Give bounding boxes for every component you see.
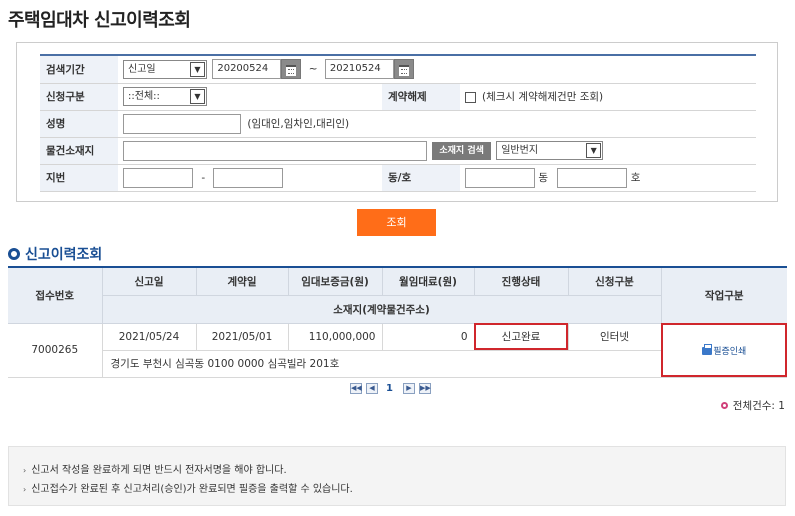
calendar-icon[interactable] <box>393 59 414 80</box>
period-label: 검색기간 <box>40 56 118 84</box>
apply-type-label: 신청구분 <box>40 83 118 111</box>
col-monthly-rent: 월임대료(원) <box>381 266 475 296</box>
col-address: 소재지(계약물건주소) <box>102 294 661 324</box>
results-section-title: 신고이력조회 <box>8 244 102 264</box>
col-report-date: 신고일 <box>101 266 197 296</box>
lot-type-select[interactable]: 일반번지 ▼ <box>496 141 604 160</box>
chevron-right-icon: › <box>23 466 27 475</box>
calendar-icon[interactable] <box>281 59 302 80</box>
name-label: 성명 <box>40 110 118 138</box>
address-input[interactable] <box>123 140 427 161</box>
cancel-label: 계약해제 <box>382 83 460 111</box>
name-input[interactable] <box>123 113 241 134</box>
page-number[interactable]: 1 <box>386 383 393 394</box>
table-row: 7000265 2021/05/24 2021/05/01 110,000,00… <box>8 322 787 378</box>
address-search-button[interactable]: 소재지 검색 <box>432 141 491 160</box>
cancel-hint: (체크시 계약해제건만 조회) <box>482 91 604 103</box>
chevron-right-icon: › <box>23 485 27 494</box>
notice-line: › 신고서 작성을 완료하게 되면 반드시 전자서명을 해야 합니다. <box>23 465 287 476</box>
cancel-checkbox[interactable] <box>465 91 476 103</box>
last-page-icon[interactable]: ▶▶ <box>418 383 431 394</box>
chevron-down-icon: ▼ <box>190 89 205 104</box>
action-cell: 필증인쇄 <box>660 322 787 378</box>
col-contract-date: 계약일 <box>195 266 289 296</box>
printer-icon <box>702 343 713 355</box>
prev-page-icon[interactable]: ◀ <box>366 383 378 394</box>
col-status: 진행상태 <box>473 266 569 296</box>
date-from-input[interactable]: 20200524 <box>212 59 282 80</box>
notice-line: › 신고접수가 완료된 후 신고처리(승인)가 완료되면 필증을 출력할 수 있습… <box>23 484 353 495</box>
print-certificate-link[interactable]: 필증인쇄 <box>702 343 746 357</box>
deposit-cell: 110,000,000 <box>287 322 383 351</box>
circle-bullet-icon <box>8 248 20 260</box>
apply-type-select[interactable]: ::전체:: ▼ <box>123 87 207 106</box>
report-date-cell: 2021/05/24 <box>101 322 197 351</box>
lot-label: 지번 <box>40 164 118 192</box>
monthly-rent-cell: 0 <box>381 322 475 351</box>
col-apply-type: 신청구분 <box>567 266 662 296</box>
chevron-down-icon: ▼ <box>190 61 205 77</box>
dong-suffix: 동 <box>538 171 549 184</box>
lot-main-input[interactable] <box>123 167 193 188</box>
page-title: 주택임대차 신고이력조회 <box>8 10 191 31</box>
pagination: ◀◀ ◀ 1 ▶ ▶▶ <box>350 383 435 395</box>
lot-dash: - <box>201 171 206 184</box>
search-panel: 검색기간 신고일 ▼ 20200524 ~ 20210524 신청구분 ::전체… <box>16 42 778 202</box>
col-receipt-no: 접수번호 <box>8 266 103 324</box>
results-table: 접수번호 신고일 계약일 임대보증금(원) 월임대료(원) 진행상태 신청구분 … <box>8 266 787 378</box>
first-page-icon[interactable]: ◀◀ <box>350 383 362 394</box>
address-cell: 경기도 부천시 심곡동 0100 0000 심곡빌라 201호 <box>102 349 661 378</box>
ho-suffix: 호 <box>630 171 641 184</box>
address-label: 물건소재지 <box>40 137 118 165</box>
ho-input[interactable] <box>557 167 628 188</box>
lot-sub-input[interactable] <box>213 167 284 188</box>
date-range-separator: ~ <box>308 63 318 76</box>
dong-ho-label: 동/호 <box>382 164 460 192</box>
date-type-select[interactable]: 신고일 ▼ <box>123 59 207 79</box>
notice-box: › 신고서 작성을 완료하게 되면 반드시 전자서명을 해야 합니다. › 신고접수… <box>8 446 786 506</box>
col-deposit: 임대보증금(원) <box>287 266 383 296</box>
dong-input[interactable] <box>465 167 535 188</box>
name-hint: (임대인,임차인,대리인) <box>247 117 350 130</box>
circle-bullet-icon <box>720 402 728 409</box>
apply-type-cell: 인터넷 <box>567 322 662 351</box>
receipt-no-cell: 7000265 <box>8 322 103 378</box>
status-cell: 신고완료 <box>473 322 569 351</box>
chevron-down-icon: ▼ <box>586 143 602 158</box>
date-to-input[interactable]: 20210524 <box>324 59 394 80</box>
total-count: 전체건수: 1 <box>720 398 785 413</box>
query-button[interactable]: 조회 <box>357 209 436 236</box>
col-action: 작업구분 <box>660 266 787 324</box>
next-page-icon[interactable]: ▶ <box>402 383 415 394</box>
contract-date-cell: 2021/05/01 <box>195 322 289 351</box>
